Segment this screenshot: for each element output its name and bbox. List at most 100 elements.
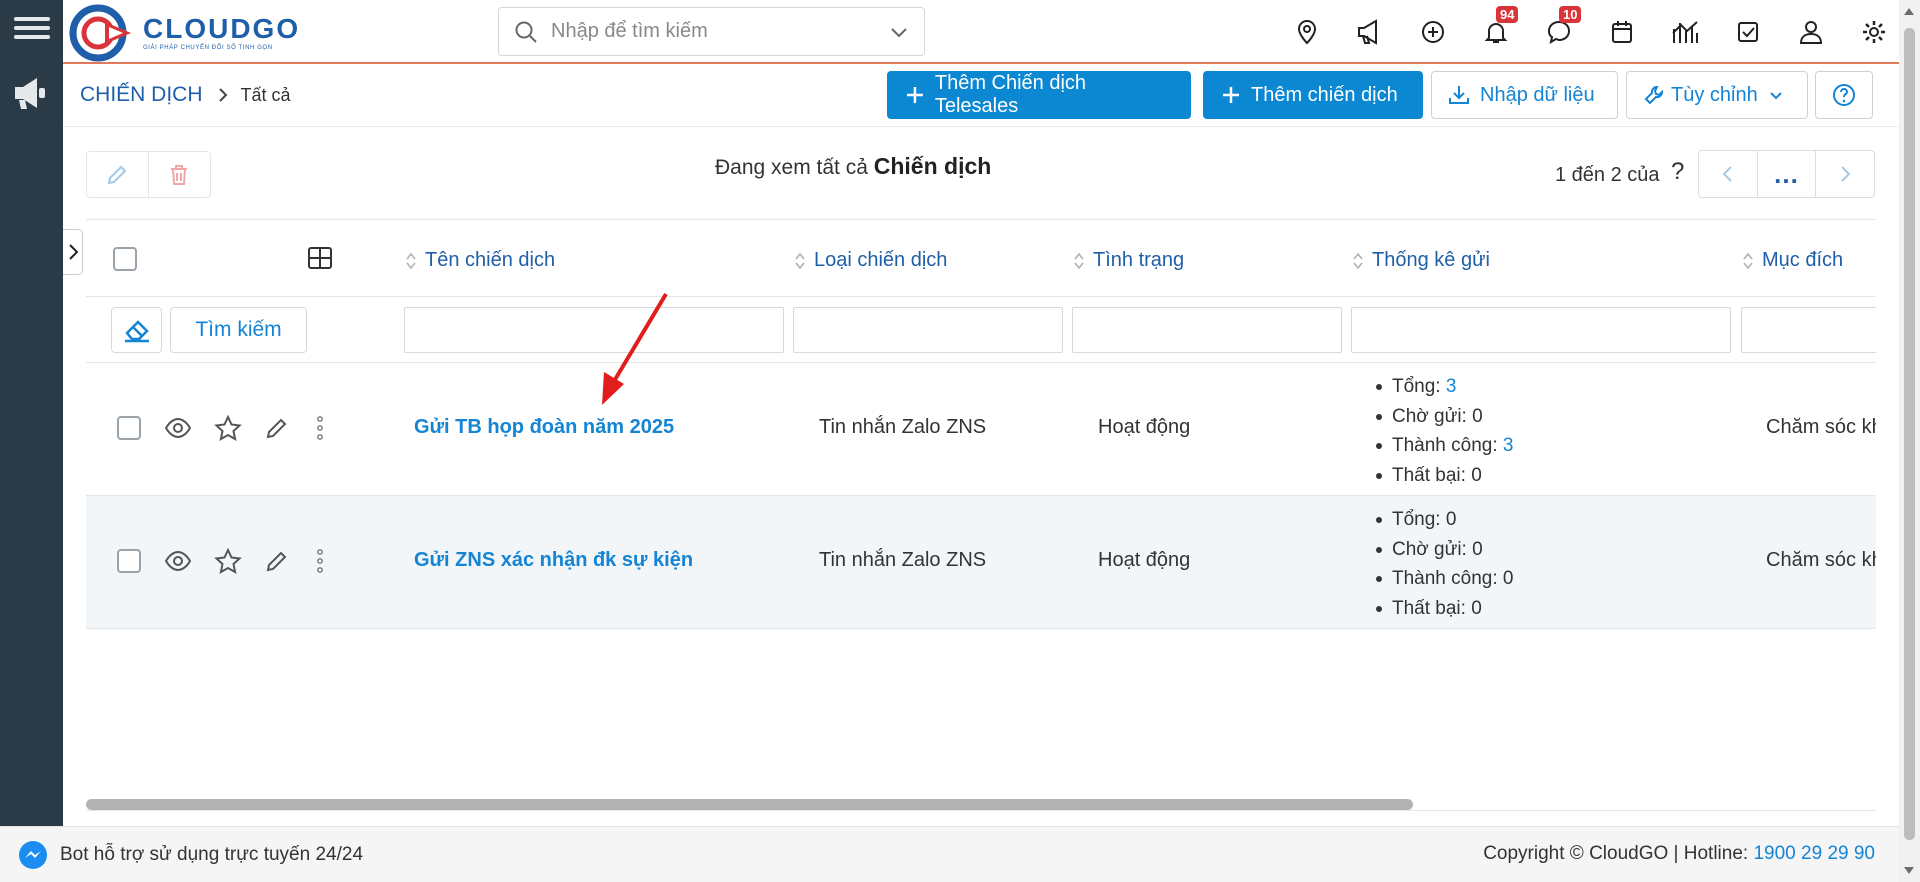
window-vertical-scrollbar[interactable] — [1899, 0, 1920, 882]
mass-action-group — [86, 151, 211, 198]
list-viewing-caption: Đang xem tất cả Chiến dịch — [715, 153, 991, 180]
location-pin-icon[interactable] — [1287, 12, 1327, 52]
star-icon[interactable] — [214, 548, 242, 574]
edit-pencil-icon[interactable] — [264, 415, 290, 441]
calendar-icon[interactable] — [1602, 12, 1642, 52]
campaign-name-link[interactable]: Gửi TB họp đoàn năm 2025 — [414, 416, 674, 439]
search-filter-button[interactable]: Tìm kiếm — [170, 307, 307, 353]
search-placeholder: Nhập để tìm kiếm — [551, 20, 708, 42]
import-data-button[interactable]: Nhập dữ liệu — [1431, 71, 1618, 119]
stat-pending: Chờ gửi: 0 — [1376, 535, 1514, 565]
send-stats-list: Tổng: 0 Chờ gửi: 0 Thành công: 0 Thất bạ… — [1376, 505, 1514, 624]
stat-success-value[interactable]: 3 — [1503, 435, 1514, 456]
mass-edit-pencil-icon[interactable] — [87, 152, 149, 197]
copyright-text: Copyright © CloudGO | Hotline: 1900 29 2… — [1483, 843, 1875, 865]
chevron-right-icon — [218, 88, 227, 102]
message-count-badge: 10 — [1559, 6, 1582, 23]
help-button[interactable] — [1815, 71, 1873, 119]
table-top-border — [86, 219, 1876, 220]
more-vertical-icon[interactable] — [316, 415, 324, 441]
add-telesales-label: Thêm Chiến dịch Telesales — [934, 72, 1087, 117]
scrollbar-thumb[interactable] — [1904, 28, 1915, 840]
column-header-status[interactable]: Tình trạng — [1073, 249, 1184, 272]
chat-icon[interactable]: 10 — [1539, 6, 1582, 52]
sidebar-toggle-chevron-icon[interactable] — [63, 229, 83, 275]
megaphone-icon[interactable] — [1350, 12, 1390, 52]
stat-label: Thành công: — [1392, 568, 1498, 589]
task-check-icon[interactable] — [1728, 12, 1768, 52]
filter-input-purpose[interactable] — [1741, 307, 1876, 353]
viewing-prefix: Đang xem tất cả — [715, 156, 868, 179]
stat-success: Thành công: 3 — [1376, 431, 1514, 461]
page-more-button[interactable]: ... — [1757, 151, 1816, 197]
campaign-name-link[interactable]: Gửi ZNS xác nhận đk sự kiện — [414, 549, 693, 572]
table-bottom-line — [86, 810, 1876, 811]
breadcrumb-view[interactable]: Tất cả — [241, 85, 291, 106]
import-data-label: Nhập dữ liệu — [1480, 83, 1595, 106]
download-icon — [1449, 86, 1469, 104]
view-eye-icon[interactable] — [164, 415, 192, 441]
campaign-purpose: Chăm sóc kh — [1766, 416, 1876, 438]
pager-total-unknown[interactable]: ? — [1671, 158, 1684, 186]
table-horizontal-scrollbar[interactable] — [86, 799, 1413, 810]
chevron-down-icon — [1770, 92, 1782, 100]
filter-input-type[interactable] — [793, 307, 1063, 353]
campaign-status: Hoạt động — [1098, 416, 1191, 438]
stat-failed: Thất bại: 0 — [1376, 594, 1514, 624]
bell-icon[interactable]: 94 — [1476, 6, 1519, 52]
row-checkbox[interactable] — [117, 549, 141, 573]
table-row[interactable]: Gửi TB họp đoàn năm 2025 Tin nhắn Zalo Z… — [86, 363, 1876, 496]
stat-label: Tổng: — [1392, 509, 1441, 530]
column-grid-icon[interactable] — [306, 244, 334, 272]
stat-pending-value: 0 — [1472, 405, 1483, 427]
customize-dropdown-button[interactable]: Tùy chỉnh — [1626, 71, 1808, 119]
chevron-down-icon[interactable] — [888, 21, 910, 43]
cloudgo-logo[interactable]: CLOUDGO GIẢI PHÁP CHUYỂN ĐỔI SỐ TINH GỌN — [69, 4, 300, 62]
megaphone-icon[interactable] — [12, 74, 50, 117]
column-header-name[interactable]: Tên chiến dịch — [405, 249, 555, 272]
search-icon — [515, 21, 537, 43]
row-checkbox[interactable] — [117, 416, 141, 440]
stat-total-value[interactable]: 3 — [1446, 376, 1457, 397]
more-vertical-icon[interactable] — [316, 548, 324, 574]
column-label: Loại chiến dịch — [814, 249, 948, 271]
hamburger-menu-icon[interactable] — [14, 12, 50, 48]
add-campaign-button[interactable]: Thêm chiến dịch — [1203, 71, 1423, 119]
filter-input-status[interactable] — [1072, 307, 1342, 353]
sort-icon — [795, 252, 805, 269]
select-all-checkbox[interactable] — [113, 247, 137, 271]
add-circle-icon[interactable] — [1413, 12, 1453, 52]
column-header-type[interactable]: Loại chiến dịch — [794, 249, 947, 272]
stat-success-value: 0 — [1502, 568, 1514, 589]
stat-failed-value: 0 — [1471, 464, 1482, 486]
sort-icon — [1074, 252, 1084, 269]
previous-page-chevron-icon[interactable] — [1699, 151, 1757, 197]
global-search-input[interactable]: Nhập để tìm kiếm — [498, 7, 925, 56]
hotline-number[interactable]: 1900 29 29 90 — [1753, 843, 1875, 864]
user-icon[interactable] — [1791, 12, 1831, 52]
mass-delete-trash-icon[interactable] — [149, 152, 211, 197]
column-header-purpose[interactable]: Mục đích — [1742, 249, 1843, 272]
filter-input-send-stats[interactable] — [1351, 307, 1731, 353]
sort-icon — [406, 252, 416, 269]
scroll-up-arrow-icon[interactable] — [1904, 8, 1914, 15]
settings-gear-icon[interactable] — [1854, 12, 1894, 52]
view-eye-icon[interactable] — [164, 548, 192, 574]
chart-icon[interactable] — [1665, 12, 1705, 52]
breadcrumb-module[interactable]: CHIẾN DỊCH — [80, 83, 203, 107]
copyright-label: Copyright © CloudGO | Hotline: — [1483, 843, 1754, 864]
chatbot-support-link[interactable]: Bot hỗ trợ sử dụng trực tuyến 24/24 — [18, 840, 363, 870]
plus-icon — [906, 87, 923, 103]
clear-filter-button[interactable] — [111, 307, 162, 353]
column-header-send-stats[interactable]: Thống kê gửi — [1352, 249, 1490, 272]
table-row[interactable]: Gửi ZNS xác nhận đk sự kiện Tin nhắn Zal… — [86, 496, 1876, 629]
stat-label: Chờ gửi: — [1392, 538, 1467, 560]
scroll-down-arrow-icon[interactable] — [1904, 867, 1914, 874]
send-stats-list: Tổng: 3 Chờ gửi: 0 Thành công: 3 Thất bạ… — [1376, 372, 1514, 490]
add-telesales-campaign-button[interactable]: Thêm Chiến dịch Telesales — [887, 71, 1191, 119]
star-icon[interactable] — [214, 415, 242, 441]
edit-pencil-icon[interactable] — [264, 548, 290, 574]
next-page-chevron-icon[interactable] — [1816, 151, 1874, 197]
messenger-icon — [19, 841, 47, 869]
row-divider — [86, 628, 1876, 629]
